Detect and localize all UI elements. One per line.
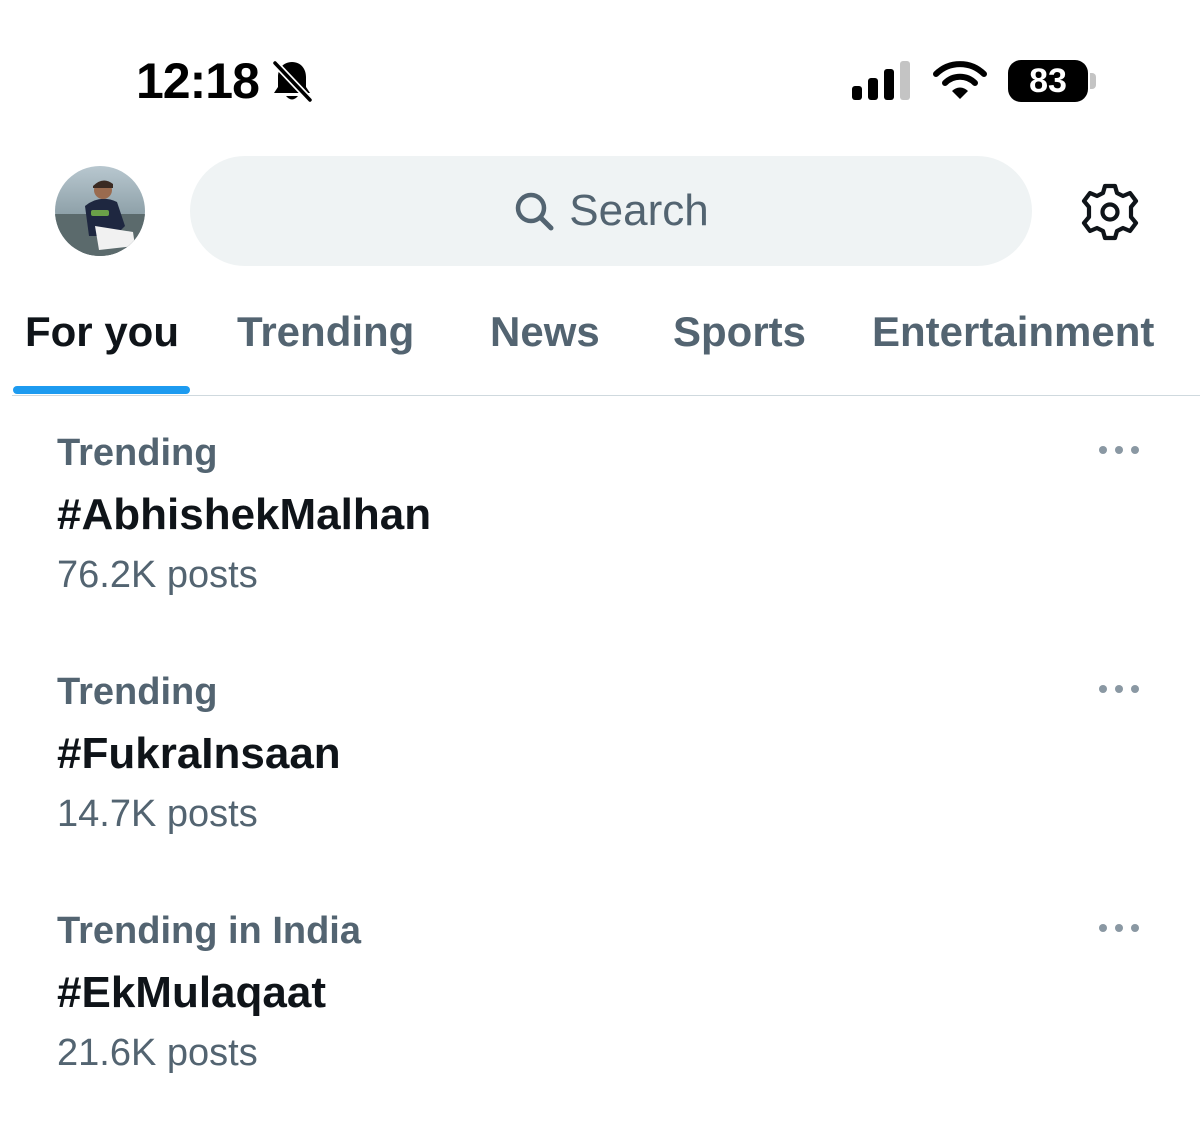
battery-cap xyxy=(1090,73,1096,89)
status-time: 12:18 xyxy=(136,53,260,109)
trend-hashtag[interactable]: #EkMulaqaat xyxy=(57,968,326,1018)
wifi-icon xyxy=(933,61,987,99)
trend-item[interactable]: Trending #AbhishekMalhan 76.2K posts xyxy=(0,432,1200,652)
trend-item[interactable]: Trending in India #EkMulaqaat 21.6K post… xyxy=(0,910,1200,1130)
search-input[interactable]: Search xyxy=(190,156,1032,266)
more-options-icon[interactable] xyxy=(1096,679,1142,699)
active-tab-indicator xyxy=(13,386,190,394)
tab-sports[interactable]: Sports xyxy=(673,308,806,356)
battery-icon: 83 xyxy=(1008,60,1088,102)
battery-level: 83 xyxy=(1029,61,1067,100)
tab-for-you[interactable]: For you xyxy=(25,308,179,356)
avatar-image xyxy=(55,166,145,256)
tabs-divider xyxy=(12,395,1200,396)
trend-item[interactable]: Trending #FukraInsaan 14.7K posts xyxy=(0,671,1200,891)
search-placeholder: Search xyxy=(569,186,709,235)
trend-context: Trending xyxy=(57,432,218,474)
cellular-signal-icon xyxy=(852,61,910,100)
bell-off-icon xyxy=(272,60,313,103)
trend-hashtag[interactable]: #FukraInsaan xyxy=(57,729,341,779)
explore-screen: 12:18 83 Search For you Trending News Sp… xyxy=(0,0,1200,1130)
more-options-icon[interactable] xyxy=(1096,918,1142,938)
trend-post-count: 14.7K posts xyxy=(57,793,258,835)
avatar[interactable] xyxy=(55,166,145,256)
trend-post-count: 76.2K posts xyxy=(57,554,258,596)
status-bar: 12:18 83 xyxy=(0,0,1200,160)
trend-context: Trending in India xyxy=(57,910,361,952)
tab-trending[interactable]: Trending xyxy=(237,308,414,356)
trend-hashtag[interactable]: #AbhishekMalhan xyxy=(57,490,431,540)
trend-context: Trending xyxy=(57,671,218,713)
gear-icon[interactable] xyxy=(1080,182,1140,242)
more-options-icon[interactable] xyxy=(1096,440,1142,460)
explore-tabs: For you Trending News Sports Entertainme… xyxy=(0,296,1200,396)
tab-news[interactable]: News xyxy=(490,308,600,356)
tab-entertainment[interactable]: Entertainment xyxy=(872,308,1154,356)
search-icon xyxy=(516,192,554,231)
trend-post-count: 21.6K posts xyxy=(57,1032,258,1074)
